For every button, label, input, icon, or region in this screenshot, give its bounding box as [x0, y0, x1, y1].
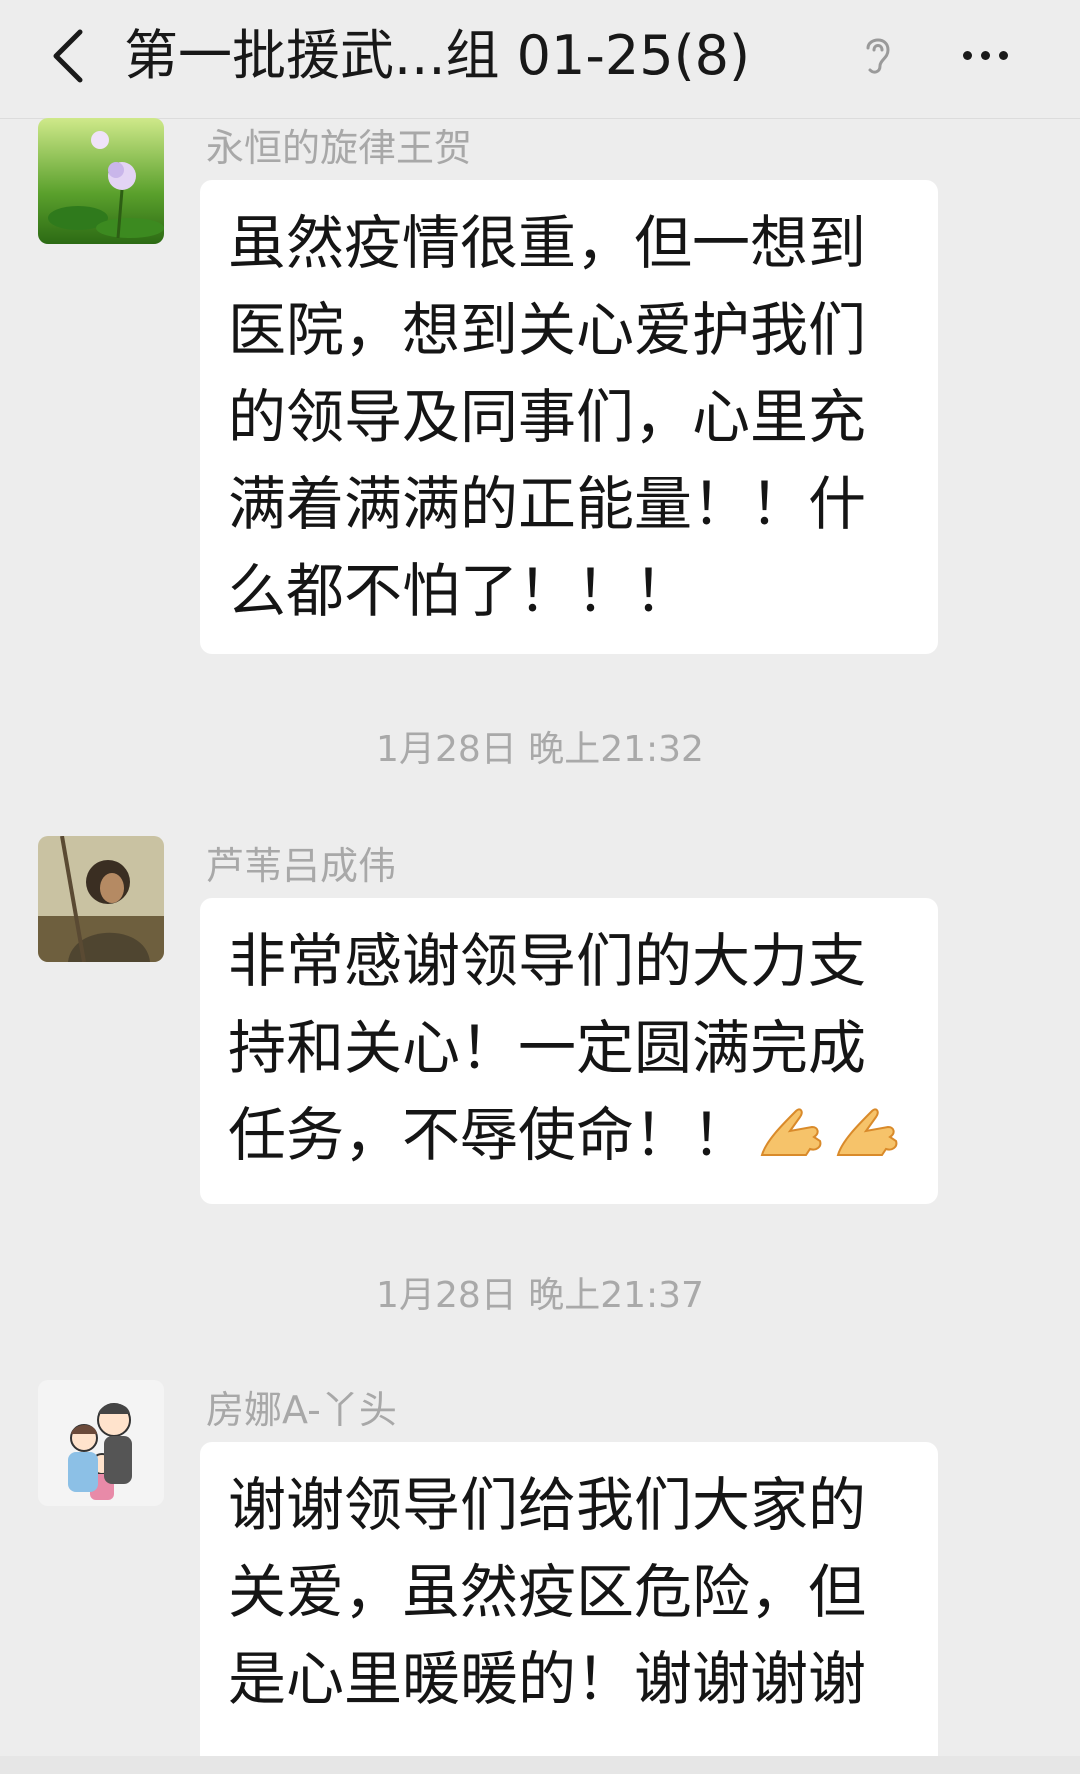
more-dots-icon [962, 50, 1008, 60]
message-bubble[interactable]: 谢谢领导们给我们大家的关爱，虽然疫区危险，但是心里暖暖的！谢谢谢谢 [200, 1442, 938, 1772]
more-button[interactable] [950, 20, 1020, 90]
cartoon-family-avatar[interactable] [38, 1380, 164, 1506]
message-bubble[interactable]: 非常感谢领导们的大力支持和关心！一定圆满完成任务，不辱使命！！ [200, 898, 938, 1204]
bottom-edge [0, 1756, 1080, 1774]
timestamp: 1月28日 晚上21:32 [376, 729, 704, 770]
timestamp: 1月28日 晚上21:37 [376, 1275, 704, 1316]
message-bubble[interactable]: 虽然疫情很重，但一想到医院，想到关心爱护我们的领导及同事们，心里充满着满满的正能… [200, 180, 938, 654]
sender-name: 房娜A-丫头 [206, 1388, 397, 1432]
sender-name: 永恒的旋律王贺 [206, 126, 473, 170]
chevron-left-icon [53, 29, 83, 83]
pray-emoji [836, 1108, 898, 1156]
sender-name: 芦苇吕成伟 [206, 844, 397, 888]
message-text: 虽然疫情很重，但一想到医院，想到关心爱护我们的领导及同事们，心里充满着满满的正能… [228, 209, 867, 625]
pray-emoji [760, 1108, 822, 1156]
ear-icon [866, 38, 890, 74]
chat-title: 第一批援武...组 01-25(8) [124, 24, 751, 87]
message-text: 谢谢领导们给我们大家的关爱，虽然疫区危险，但是心里暖暖的！谢谢谢谢 [228, 1471, 867, 1713]
back-button[interactable] [38, 18, 98, 94]
ear-button[interactable] [852, 20, 902, 90]
lotus-avatar[interactable] [38, 118, 164, 244]
chat-header: 第一批援武...组 01-25(8) [0, 0, 1080, 119]
swordsman-avatar[interactable] [38, 836, 164, 962]
